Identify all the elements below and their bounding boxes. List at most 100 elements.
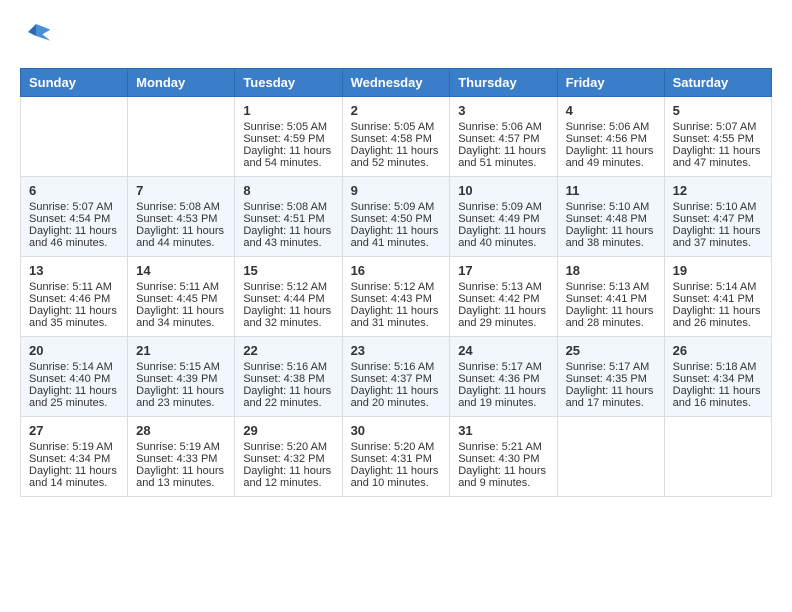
calendar-cell: 29 Sunrise: 5:20 AM Sunset: 4:32 PM Dayl… [235,417,342,497]
calendar-cell: 1 Sunrise: 5:05 AM Sunset: 4:59 PM Dayli… [235,97,342,177]
sunrise-text: Sunrise: 5:17 AM [458,361,542,373]
daylight-text: Daylight: 11 hours and 29 minutes. [458,305,546,329]
sunset-text: Sunset: 4:48 PM [566,213,647,225]
calendar-body: 1 Sunrise: 5:05 AM Sunset: 4:59 PM Dayli… [21,97,772,497]
day-number: 29 [243,423,333,438]
calendar-cell: 22 Sunrise: 5:16 AM Sunset: 4:38 PM Dayl… [235,337,342,417]
col-sunday: Sunday [21,69,128,97]
sunrise-text: Sunrise: 5:12 AM [243,281,327,293]
sunrise-text: Sunrise: 5:05 AM [243,121,327,133]
daylight-text: Daylight: 11 hours and 28 minutes. [566,305,654,329]
daylight-text: Daylight: 11 hours and 52 minutes. [351,145,439,169]
calendar-table: Sunday Monday Tuesday Wednesday Thursday… [20,68,772,497]
daylight-text: Daylight: 11 hours and 9 minutes. [458,465,546,489]
sunset-text: Sunset: 4:53 PM [136,213,217,225]
sunset-text: Sunset: 4:46 PM [29,293,110,305]
calendar-cell: 28 Sunrise: 5:19 AM Sunset: 4:33 PM Dayl… [128,417,235,497]
sunset-text: Sunset: 4:40 PM [29,373,110,385]
sunrise-text: Sunrise: 5:20 AM [351,441,435,453]
calendar-cell [557,417,664,497]
calendar-cell: 14 Sunrise: 5:11 AM Sunset: 4:45 PM Dayl… [128,257,235,337]
daylight-text: Daylight: 11 hours and 46 minutes. [29,225,117,249]
sunrise-text: Sunrise: 5:08 AM [136,201,220,213]
col-saturday: Saturday [664,69,771,97]
sunset-text: Sunset: 4:54 PM [29,213,110,225]
sunrise-text: Sunrise: 5:12 AM [351,281,435,293]
day-number: 6 [29,183,119,198]
sunset-text: Sunset: 4:57 PM [458,133,539,145]
day-number: 21 [136,343,226,358]
daylight-text: Daylight: 11 hours and 13 minutes. [136,465,224,489]
sunrise-text: Sunrise: 5:10 AM [673,201,757,213]
col-thursday: Thursday [450,69,557,97]
sunset-text: Sunset: 4:49 PM [458,213,539,225]
daylight-text: Daylight: 11 hours and 35 minutes. [29,305,117,329]
day-number: 25 [566,343,656,358]
daylight-text: Daylight: 11 hours and 16 minutes. [673,385,761,409]
header-row: Sunday Monday Tuesday Wednesday Thursday… [21,69,772,97]
col-monday: Monday [128,69,235,97]
sunset-text: Sunset: 4:59 PM [243,133,324,145]
daylight-text: Daylight: 11 hours and 49 minutes. [566,145,654,169]
calendar-cell: 24 Sunrise: 5:17 AM Sunset: 4:36 PM Dayl… [450,337,557,417]
day-number: 20 [29,343,119,358]
day-number: 17 [458,263,548,278]
day-number: 14 [136,263,226,278]
calendar-cell: 4 Sunrise: 5:06 AM Sunset: 4:56 PM Dayli… [557,97,664,177]
calendar-cell: 27 Sunrise: 5:19 AM Sunset: 4:34 PM Dayl… [21,417,128,497]
sunset-text: Sunset: 4:32 PM [243,453,324,465]
daylight-text: Daylight: 11 hours and 37 minutes. [673,225,761,249]
daylight-text: Daylight: 11 hours and 14 minutes. [29,465,117,489]
sunset-text: Sunset: 4:30 PM [458,453,539,465]
sunset-text: Sunset: 4:44 PM [243,293,324,305]
day-number: 18 [566,263,656,278]
daylight-text: Daylight: 11 hours and 44 minutes. [136,225,224,249]
calendar-week-5: 27 Sunrise: 5:19 AM Sunset: 4:34 PM Dayl… [21,417,772,497]
calendar-cell: 8 Sunrise: 5:08 AM Sunset: 4:51 PM Dayli… [235,177,342,257]
sunrise-text: Sunrise: 5:14 AM [673,281,757,293]
daylight-text: Daylight: 11 hours and 32 minutes. [243,305,331,329]
daylight-text: Daylight: 11 hours and 47 minutes. [673,145,761,169]
calendar-cell [664,417,771,497]
day-number: 12 [673,183,763,198]
logo [20,20,56,52]
calendar-cell: 26 Sunrise: 5:18 AM Sunset: 4:34 PM Dayl… [664,337,771,417]
calendar-cell: 5 Sunrise: 5:07 AM Sunset: 4:55 PM Dayli… [664,97,771,177]
sunset-text: Sunset: 4:41 PM [673,293,754,305]
daylight-text: Daylight: 11 hours and 12 minutes. [243,465,331,489]
daylight-text: Daylight: 11 hours and 38 minutes. [566,225,654,249]
day-number: 26 [673,343,763,358]
daylight-text: Daylight: 11 hours and 41 minutes. [351,225,439,249]
calendar-cell: 18 Sunrise: 5:13 AM Sunset: 4:41 PM Dayl… [557,257,664,337]
daylight-text: Daylight: 11 hours and 51 minutes. [458,145,546,169]
daylight-text: Daylight: 11 hours and 54 minutes. [243,145,331,169]
sunrise-text: Sunrise: 5:09 AM [351,201,435,213]
day-number: 27 [29,423,119,438]
daylight-text: Daylight: 11 hours and 10 minutes. [351,465,439,489]
day-number: 22 [243,343,333,358]
day-number: 11 [566,183,656,198]
day-number: 3 [458,103,548,118]
sunrise-text: Sunrise: 5:11 AM [29,281,112,293]
sunrise-text: Sunrise: 5:05 AM [351,121,435,133]
day-number: 8 [243,183,333,198]
sunset-text: Sunset: 4:41 PM [566,293,647,305]
sunrise-text: Sunrise: 5:11 AM [136,281,219,293]
sunrise-text: Sunrise: 5:16 AM [351,361,435,373]
calendar-cell: 3 Sunrise: 5:06 AM Sunset: 4:57 PM Dayli… [450,97,557,177]
col-tuesday: Tuesday [235,69,342,97]
sunset-text: Sunset: 4:38 PM [243,373,324,385]
sunset-text: Sunset: 4:36 PM [458,373,539,385]
calendar-week-3: 13 Sunrise: 5:11 AM Sunset: 4:46 PM Dayl… [21,257,772,337]
sunset-text: Sunset: 4:39 PM [136,373,217,385]
daylight-text: Daylight: 11 hours and 40 minutes. [458,225,546,249]
sunrise-text: Sunrise: 5:06 AM [566,121,650,133]
calendar-cell: 12 Sunrise: 5:10 AM Sunset: 4:47 PM Dayl… [664,177,771,257]
calendar-cell: 19 Sunrise: 5:14 AM Sunset: 4:41 PM Dayl… [664,257,771,337]
daylight-text: Daylight: 11 hours and 22 minutes. [243,385,331,409]
day-number: 9 [351,183,442,198]
calendar-cell: 13 Sunrise: 5:11 AM Sunset: 4:46 PM Dayl… [21,257,128,337]
calendar-cell: 20 Sunrise: 5:14 AM Sunset: 4:40 PM Dayl… [21,337,128,417]
calendar-cell: 17 Sunrise: 5:13 AM Sunset: 4:42 PM Dayl… [450,257,557,337]
sunset-text: Sunset: 4:55 PM [673,133,754,145]
